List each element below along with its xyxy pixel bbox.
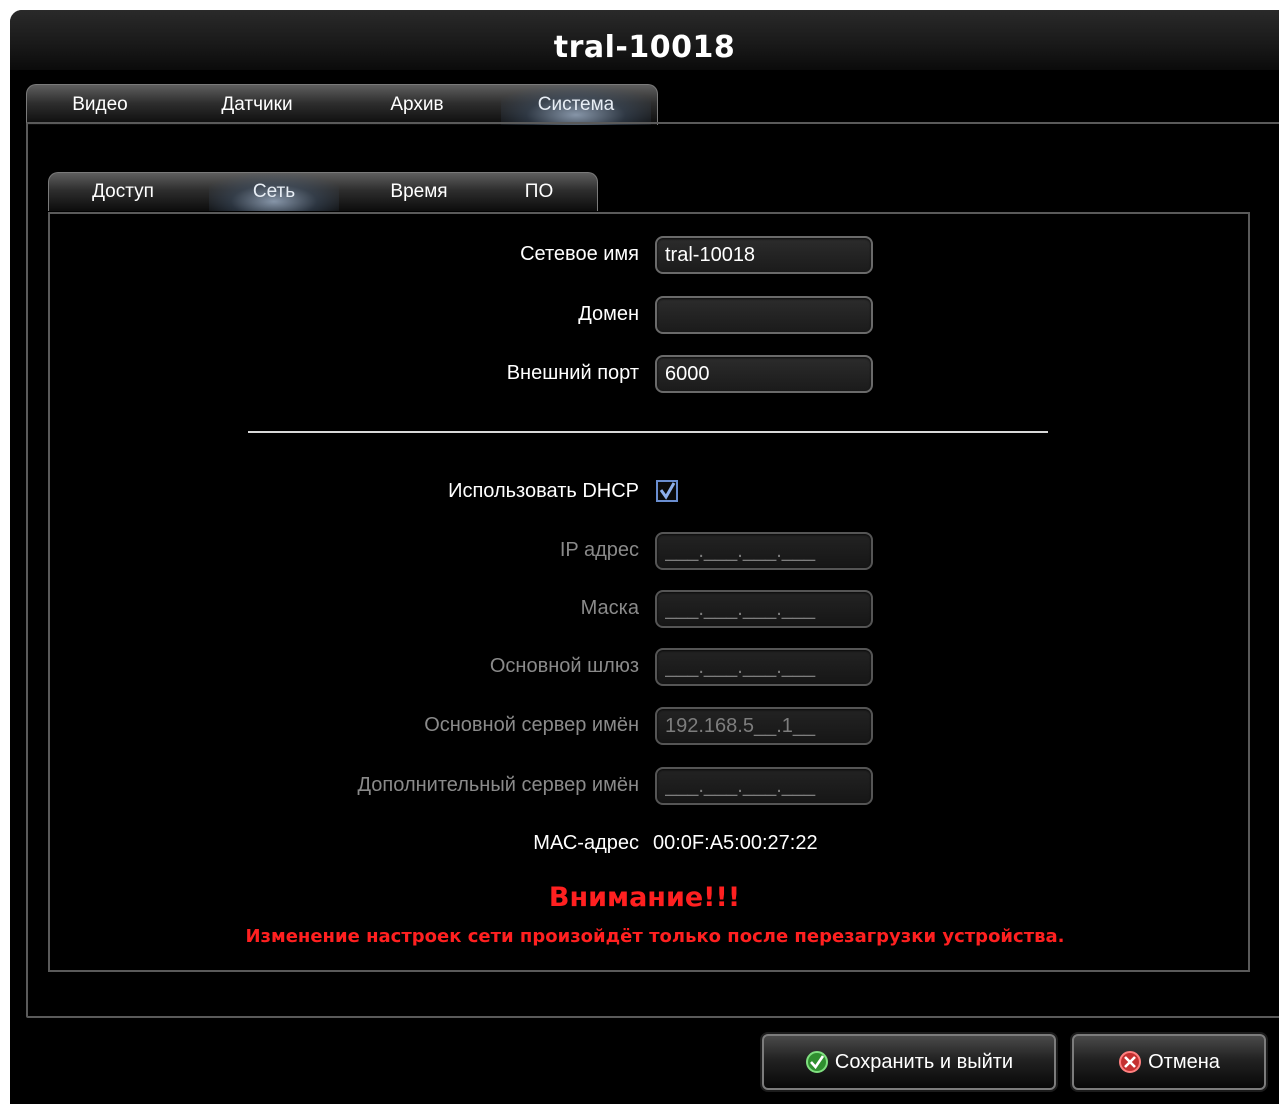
- cancel-button-label: Отмена: [1148, 1050, 1220, 1073]
- primary-dns-input[interactable]: [655, 707, 873, 745]
- warning-text: Изменение настроек сети произойдёт тольк…: [245, 926, 1065, 947]
- save-and-exit-button[interactable]: Сохранить и выйти: [762, 1034, 1056, 1090]
- tab-sensors[interactable]: Датчики: [187, 85, 327, 125]
- tab-software[interactable]: ПО: [489, 173, 589, 211]
- mac-address-value: 00:0F:A5:00:27:22: [653, 832, 818, 854]
- gateway-input[interactable]: [655, 648, 873, 686]
- save-button-label: Сохранить и выйти: [834, 1050, 1014, 1073]
- mac-address-label: МАС-адрес: [533, 832, 639, 854]
- gateway-label: Основной шлюз: [489, 655, 639, 677]
- ip-address-input[interactable]: [655, 532, 873, 570]
- cancel-circle-icon: [1118, 1050, 1142, 1074]
- domain-input[interactable]: [655, 296, 873, 334]
- warning-title: Внимание!!!: [548, 882, 741, 913]
- check-icon: [659, 482, 676, 500]
- tab-access[interactable]: Доступ: [53, 173, 193, 211]
- title-bar: tral-10018: [10, 10, 1279, 70]
- check-circle-icon: [805, 1050, 829, 1074]
- domain-label: Домен: [578, 303, 639, 325]
- section-divider: [248, 431, 1048, 433]
- cancel-button[interactable]: Отмена: [1072, 1034, 1266, 1090]
- tab-system[interactable]: Система: [501, 85, 651, 125]
- main-tab-bar: Видео Датчики Архив Система: [26, 84, 658, 125]
- dhcp-label: Использовать DHCP: [448, 480, 639, 502]
- mask-input[interactable]: [655, 590, 873, 628]
- tab-time[interactable]: Время: [349, 173, 489, 211]
- external-port-input[interactable]: [655, 355, 873, 393]
- hostname-label: Сетевое имя: [520, 243, 639, 265]
- mask-label: Маска: [580, 597, 639, 619]
- external-port-label: Внешний порт: [506, 362, 639, 384]
- secondary-dns-label: Дополнительный сервер имён: [357, 774, 639, 796]
- dhcp-checkbox[interactable]: [656, 480, 678, 502]
- primary-dns-label: Основной сервер имён: [424, 714, 639, 736]
- secondary-dns-input[interactable]: [655, 767, 873, 805]
- tab-archive[interactable]: Архив: [347, 85, 487, 125]
- tab-network[interactable]: Сеть: [209, 173, 339, 211]
- hostname-input[interactable]: [655, 236, 873, 274]
- sub-tab-bar: Доступ Сеть Время ПО: [48, 172, 598, 211]
- tab-video[interactable]: Видео: [35, 85, 165, 125]
- ip-address-label: IP адрес: [559, 539, 639, 561]
- network-panel: [48, 212, 1250, 972]
- window-title: tral-10018: [553, 30, 736, 65]
- settings-window: tral-10018 Видео Датчики Архив Система Д…: [10, 10, 1279, 1104]
